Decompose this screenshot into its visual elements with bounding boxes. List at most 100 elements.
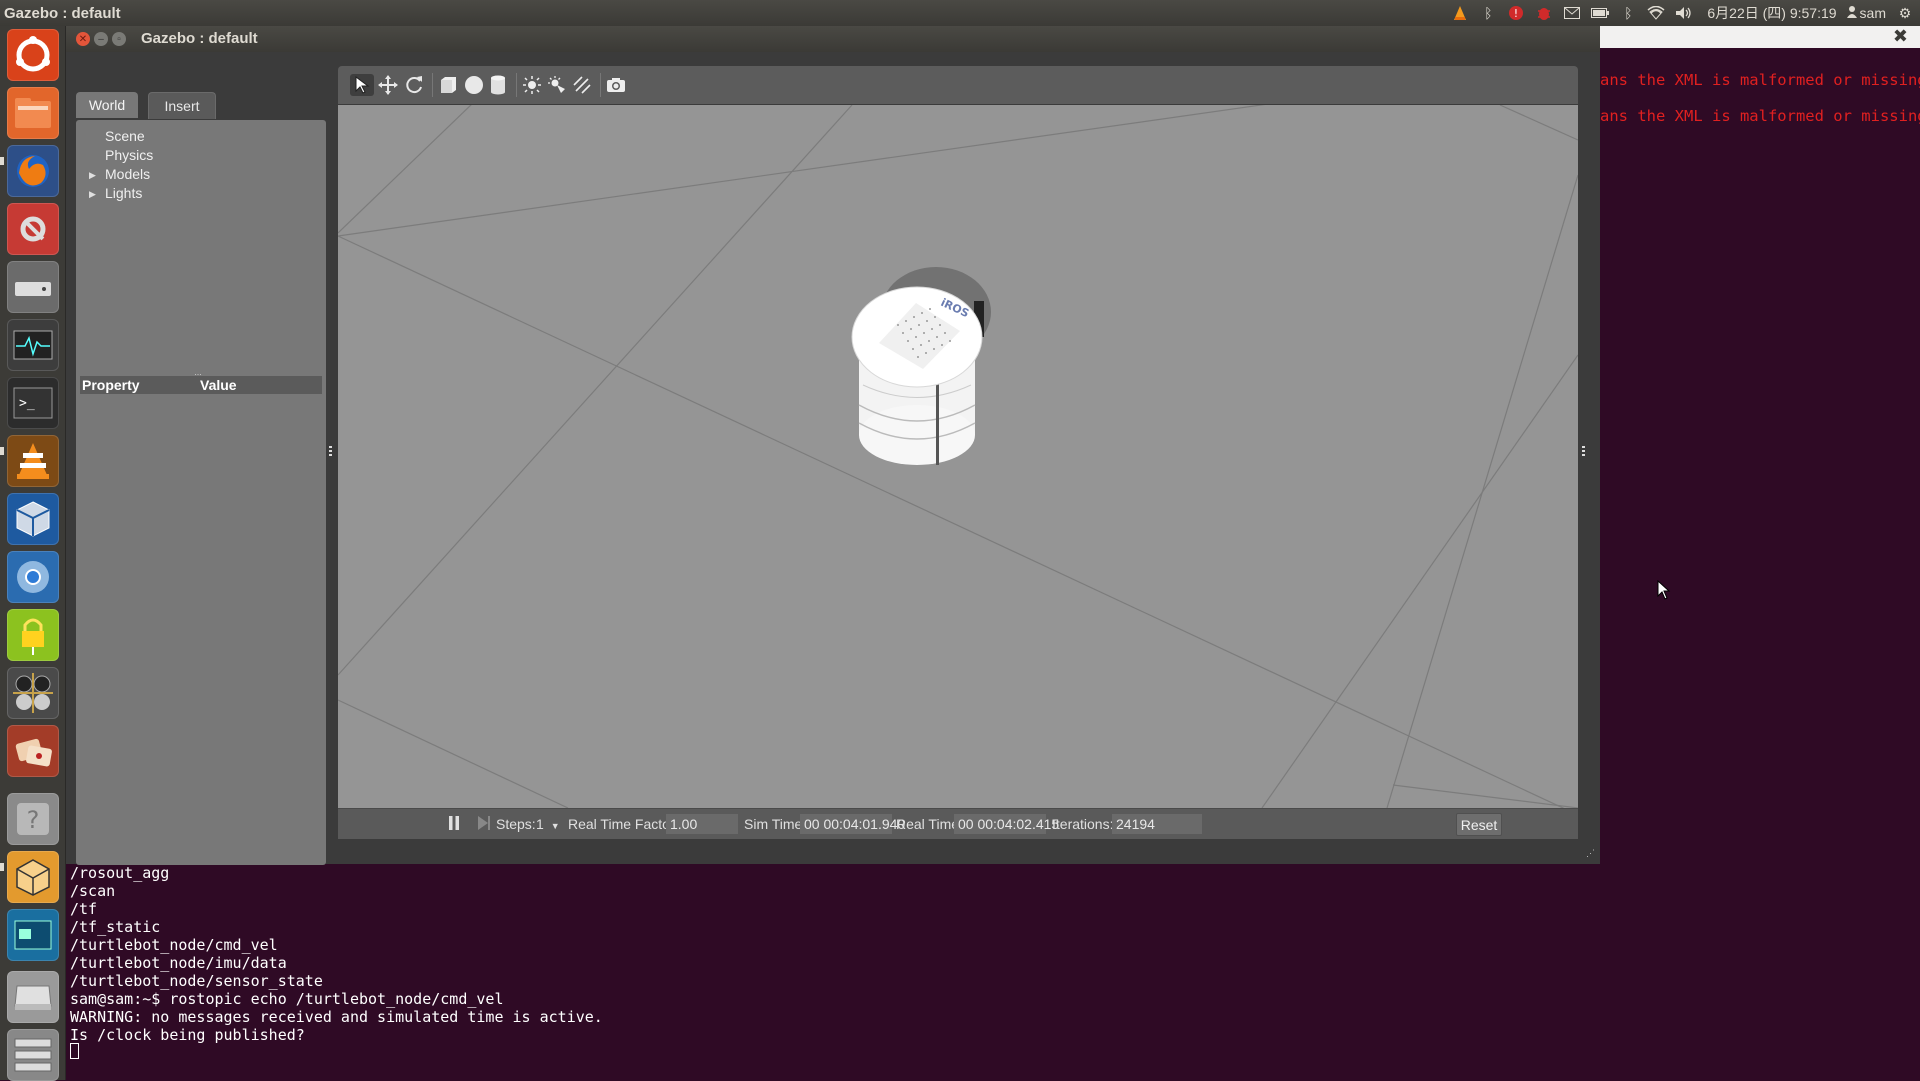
turtlebot-model: iROS	[851, 286, 984, 465]
close-icon[interactable]: ✕	[76, 32, 90, 46]
terminal-line: /tf_static	[70, 918, 161, 936]
iterations-field: 24194	[1112, 814, 1202, 834]
terminal-cursor	[70, 1043, 79, 1059]
tab-world[interactable]: World	[76, 92, 138, 118]
files-icon[interactable]	[7, 87, 59, 139]
mail-icon[interactable]	[1563, 4, 1581, 22]
box-shape-icon[interactable]	[436, 74, 460, 96]
terminal-output[interactable]: /rosout_agg /scan /tf /tf_static /turtle…	[66, 864, 1920, 1080]
steps-spinbox[interactable]: 1 ▼	[536, 816, 560, 832]
vlc-icon[interactable]	[1451, 4, 1469, 22]
directional-light-icon[interactable]	[570, 74, 594, 96]
top-panel: Gazebo : default ᛒ ! ᛒ 6月22日 (四) 9:57:19	[0, 0, 1920, 26]
running-indicator	[0, 863, 4, 871]
terminal-title-bar: ✖	[1600, 26, 1920, 48]
iterations-label: Iterations:	[1052, 816, 1114, 832]
terminal-line: /turtlebot_node/imu/data	[70, 954, 287, 972]
workspace-switcher-icon[interactable]	[7, 909, 59, 961]
world-tree: Scene Physics ▶ Models ▶ Lights … Proper…	[76, 120, 326, 865]
left-splitter-handle[interactable]	[329, 446, 333, 456]
svg-text:?: ?	[27, 806, 40, 834]
drive-stack-icon[interactable]	[7, 1029, 59, 1081]
update-icon[interactable]: !	[1507, 4, 1525, 22]
system-monitor-icon[interactable]	[7, 319, 59, 371]
mahjongg-icon[interactable]	[7, 725, 59, 777]
disk-utility-icon[interactable]	[7, 261, 59, 313]
world-panel: World Insert Scene Physics ▶ Models ▶ Li…	[76, 64, 326, 865]
firefox-icon[interactable]	[7, 145, 59, 197]
real-time-label: Real Time:	[896, 816, 963, 832]
minimize-icon[interactable]: –	[94, 32, 108, 46]
svg-text:!: !	[1514, 7, 1518, 20]
3d-viewport[interactable]: iROS	[338, 105, 1578, 808]
translate-icon[interactable]	[376, 74, 400, 96]
error-line: ans the XML is malformed or missing	[1600, 71, 1920, 89]
tree-item-models[interactable]: Models	[105, 166, 150, 182]
tree-item-lights[interactable]: Lights	[105, 185, 142, 201]
real-time-factor-field: 1.00	[666, 814, 738, 834]
mancala-game-icon[interactable]	[7, 667, 59, 719]
drive-icon[interactable]	[7, 971, 59, 1023]
terminal-line: /rosout_agg	[70, 864, 170, 882]
terminal-line: /turtlebot_node/cmd_vel	[70, 936, 278, 954]
terminal-icon[interactable]: >_	[7, 377, 59, 429]
point-light-icon[interactable]	[520, 74, 544, 96]
terminal-line: /turtlebot_node/sensor_state	[70, 972, 323, 990]
sphere-shape-icon[interactable]	[462, 74, 486, 96]
terminal-line: /scan	[70, 882, 116, 900]
tab-insert-label: Insert	[164, 98, 200, 114]
volume-icon[interactable]	[1675, 4, 1693, 22]
terminal-line: /tf	[70, 900, 98, 918]
reset-button[interactable]: Reset	[1456, 813, 1502, 836]
right-splitter-handle[interactable]	[1582, 446, 1586, 456]
chromium-icon[interactable]	[7, 551, 59, 603]
clock[interactable]: 6月22日 (四) 9:57:19	[1707, 3, 1836, 23]
pause-icon[interactable]	[448, 815, 460, 835]
system-tray: ᛒ ! ᛒ 6月22日 (四) 9:57:19 sam ⚙	[1451, 0, 1914, 26]
system-settings-icon[interactable]	[7, 203, 59, 255]
resize-grip-icon[interactable]: ⋰	[1586, 848, 1596, 858]
mouse-pointer-icon	[1657, 580, 1671, 600]
virtualbox-icon[interactable]	[7, 493, 59, 545]
select-arrow-icon[interactable]	[350, 74, 374, 96]
password-keyring-icon[interactable]	[7, 609, 59, 661]
gear-icon[interactable]: ⚙	[1896, 4, 1914, 22]
tab-insert[interactable]: Insert	[148, 92, 216, 119]
gazebo-title-bar[interactable]: ✕ – ▫ Gazebo : default	[66, 26, 1600, 52]
bug-icon[interactable]	[1535, 4, 1553, 22]
svg-text:>_: >_	[19, 396, 35, 411]
spot-light-icon[interactable]	[545, 74, 569, 96]
tree-item-scene[interactable]: Scene	[105, 128, 145, 144]
tab-world-label: World	[88, 97, 126, 113]
wifi-icon[interactable]	[1647, 4, 1665, 22]
tree-item-physics[interactable]: Physics	[105, 147, 153, 163]
steps-value: 1	[536, 816, 544, 832]
close-icon[interactable]: ✖	[1893, 26, 1908, 47]
3d-package-icon[interactable]	[7, 851, 59, 903]
ubuntu-dash-icon[interactable]	[7, 29, 59, 81]
terminal-warning-line: Is /clock being published?	[70, 1026, 305, 1044]
rotate-icon[interactable]	[402, 74, 426, 96]
battery-icon[interactable]	[1591, 4, 1610, 22]
real-time-factor-label: Real Time Factor:	[568, 816, 679, 832]
ground-grid	[338, 105, 1578, 808]
user-icon	[1846, 5, 1857, 21]
top-panel-app-title: Gazebo : default	[4, 4, 121, 22]
gazebo-window: ✕ – ▫ Gazebo : default World Insert Scen…	[66, 26, 1600, 865]
value-column-header: Value	[200, 377, 237, 393]
user-menu[interactable]: sam	[1846, 5, 1886, 21]
bluetooth-icon[interactable]: ᛒ	[1479, 4, 1497, 22]
running-indicator	[0, 447, 4, 455]
expand-arrow-icon[interactable]: ▶	[89, 170, 96, 181]
maximize-icon[interactable]: ▫	[112, 32, 126, 46]
screenshot-camera-icon[interactable]	[604, 74, 628, 96]
vlc-icon[interactable]	[7, 435, 59, 487]
steps-label: Steps:	[496, 816, 536, 832]
expand-arrow-icon[interactable]: ▶	[89, 189, 96, 200]
cylinder-shape-icon[interactable]	[486, 74, 510, 96]
bluetooth-icon[interactable]: ᛒ	[1619, 4, 1637, 22]
sim-time-field: 00 00:04:01.940	[800, 814, 905, 834]
help-icon[interactable]: ?	[7, 793, 59, 845]
step-forward-icon[interactable]	[477, 815, 491, 835]
toolbar-separator	[516, 73, 517, 97]
